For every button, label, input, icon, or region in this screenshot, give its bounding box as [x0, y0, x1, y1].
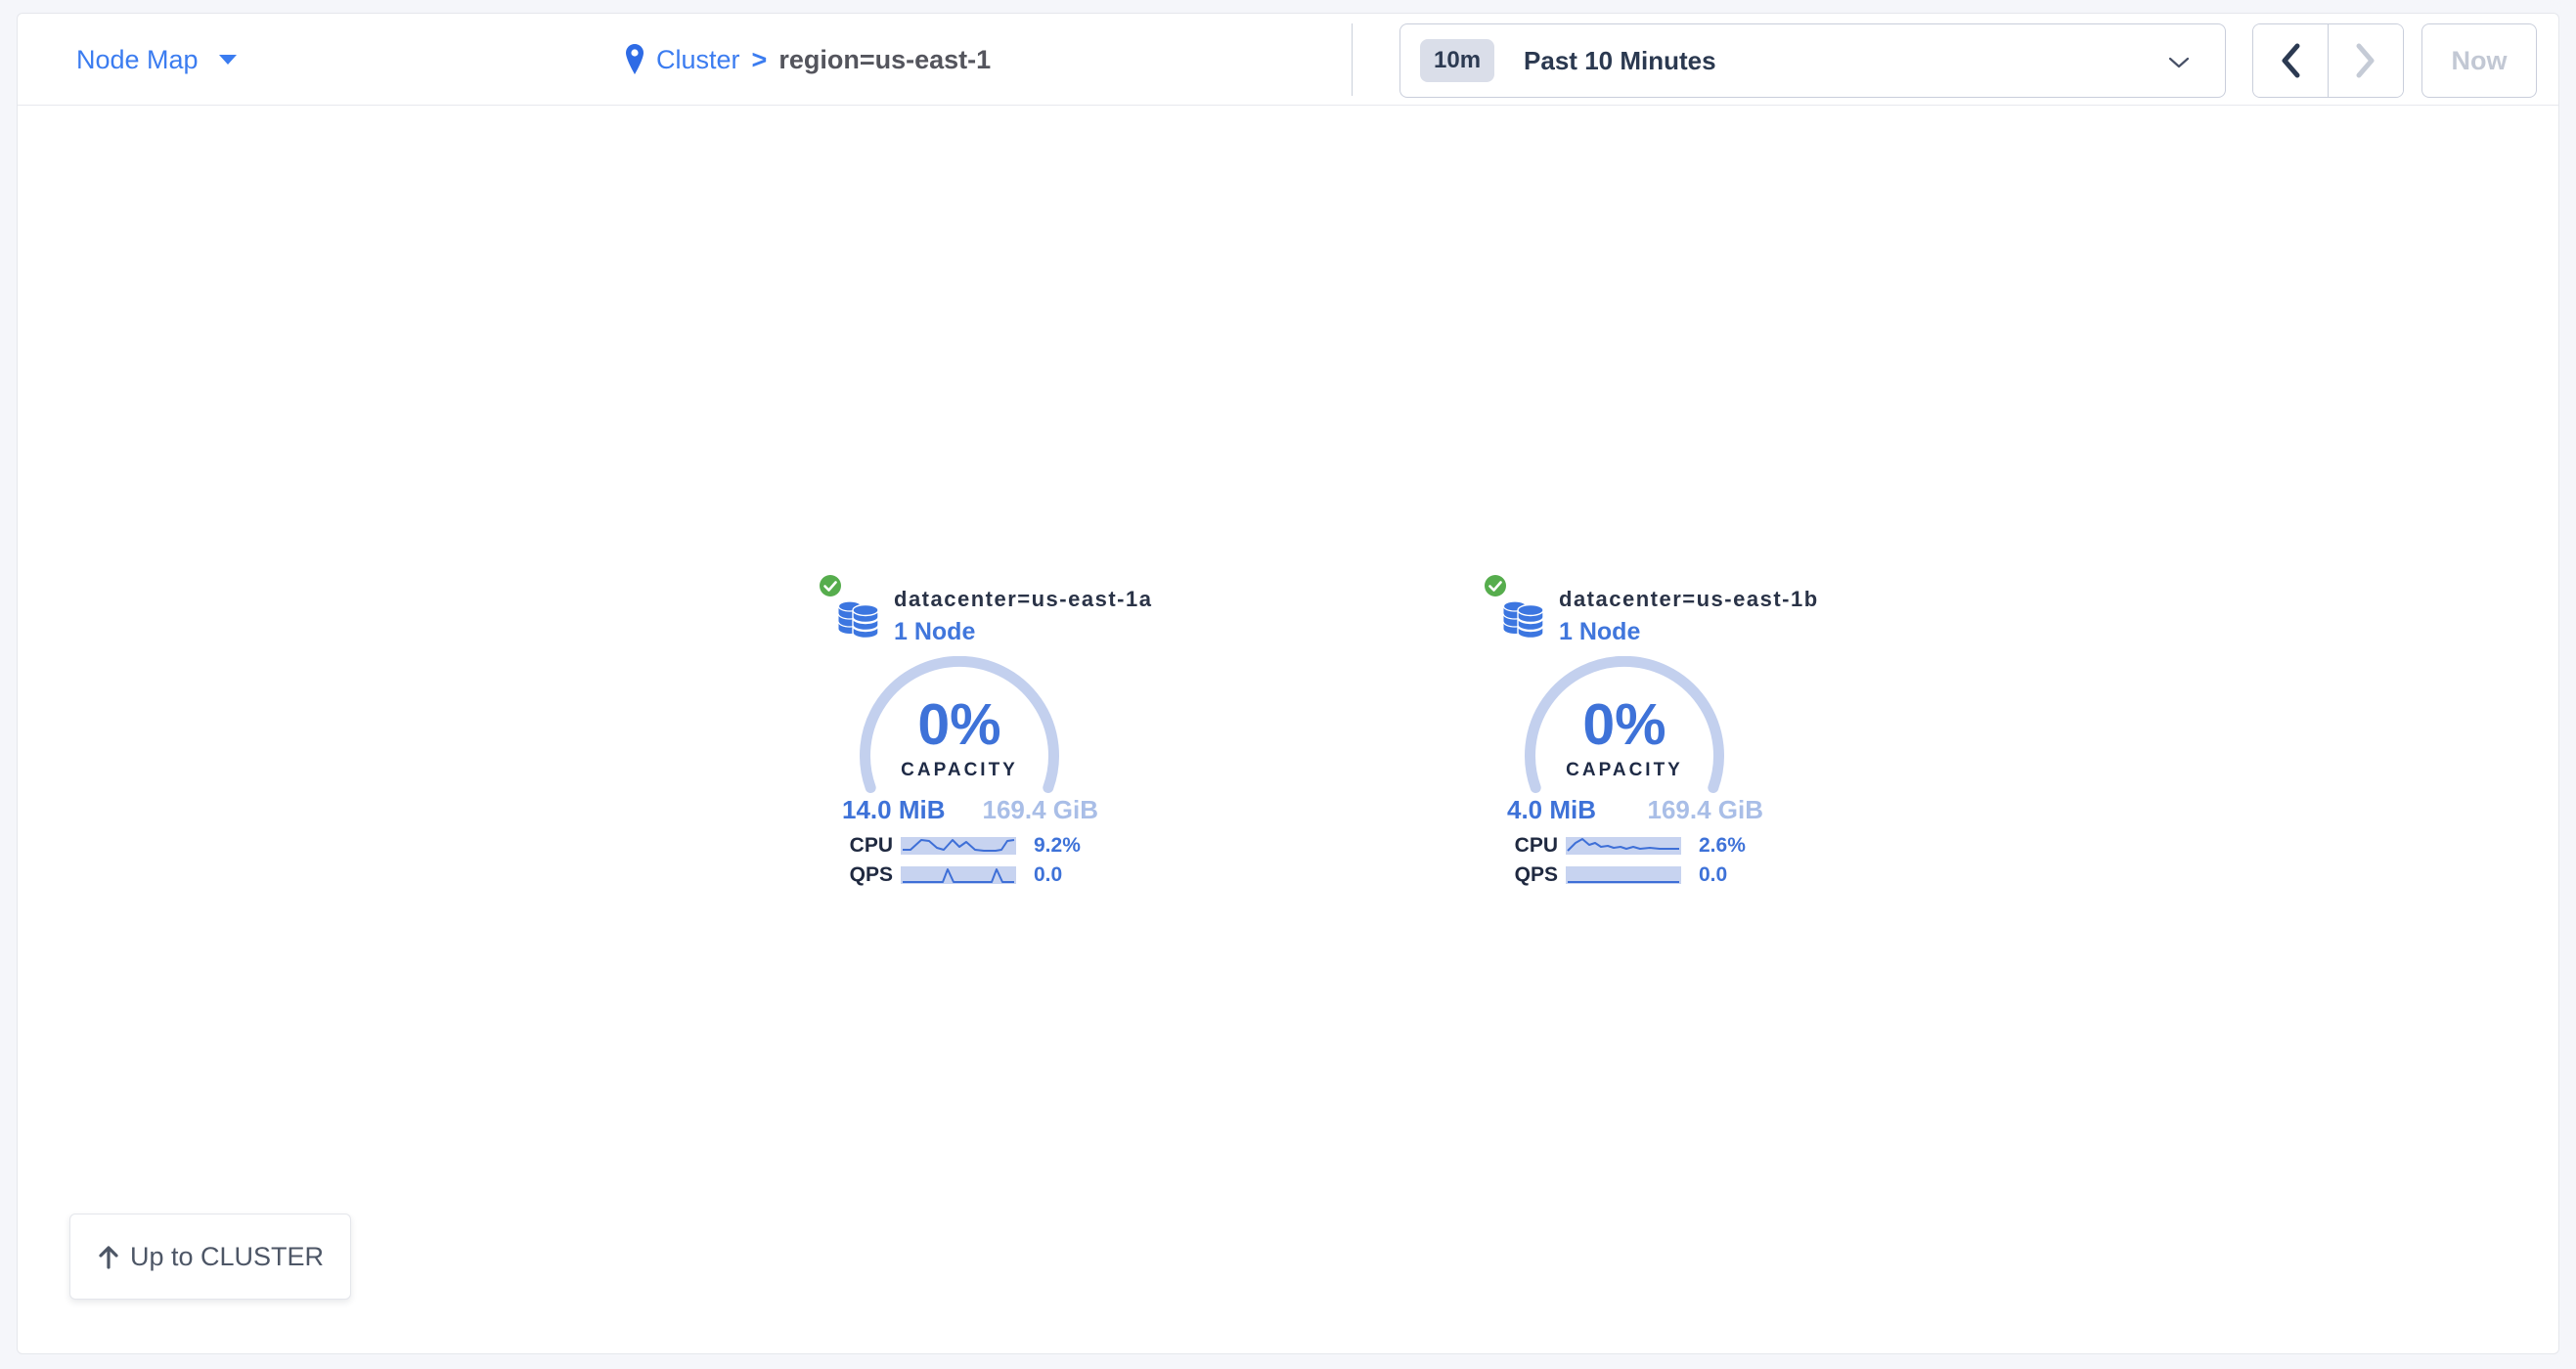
chevron-left-icon: [2279, 42, 2302, 79]
now-button[interactable]: Now: [2421, 23, 2537, 98]
view-switcher-label: Node Map: [76, 45, 199, 75]
time-range-badge: 10m: [1420, 39, 1494, 82]
chevron-right-icon: [2354, 42, 2377, 79]
chevron-down-icon: [2168, 57, 2190, 68]
breadcrumb-cluster-link[interactable]: Cluster: [656, 45, 740, 75]
qps-label: QPS: [783, 863, 893, 887]
map-header: Node Map Cluster > region=us-east-1 10m …: [18, 14, 2558, 106]
cpu-label: CPU: [783, 834, 893, 858]
node-map-page: Node Map Cluster > region=us-east-1 10m …: [0, 0, 2576, 1369]
datacenter-icon: [836, 594, 881, 639]
cpu-sparkline: [901, 837, 1016, 855]
cpu-metric-row: CPU 2.6%: [1448, 834, 1800, 858]
capacity-used-value: 14.0 MiB: [842, 796, 946, 823]
cpu-value: 2.6%: [1699, 834, 1746, 858]
time-range-dropdown[interactable]: 10m Past 10 Minutes: [1399, 23, 2226, 98]
cpu-value: 9.2%: [1034, 834, 1081, 858]
up-to-cluster-button[interactable]: Up to CLUSTER: [69, 1214, 351, 1300]
capacity-percentage: 0%: [1448, 693, 1800, 756]
datacenter-node-count: 1 Node: [1559, 618, 1640, 646]
header-divider: [1352, 23, 1353, 96]
caret-down-icon: [218, 54, 238, 66]
breadcrumb-separator: >: [752, 45, 768, 75]
qps-metric-row: QPS 0.0: [783, 863, 1135, 887]
datacenter-card[interactable]: datacenter=us-east-1b 1 Node 0% CAPACITY…: [1448, 574, 1800, 906]
cpu-label: CPU: [1448, 834, 1558, 858]
datacenter-icon: [1501, 594, 1546, 639]
capacity-values-row: 14.0 MiB 169.4 GiB: [842, 796, 1098, 823]
capacity-label: CAPACITY: [783, 760, 1135, 781]
capacity-values-row: 4.0 MiB 169.4 GiB: [1507, 796, 1763, 823]
view-switcher-dropdown[interactable]: Node Map: [76, 14, 238, 106]
capacity-percentage: 0%: [783, 693, 1135, 756]
qps-sparkline: [901, 866, 1016, 884]
qps-label: QPS: [1448, 863, 1558, 887]
capacity-used-value: 4.0 MiB: [1507, 796, 1596, 823]
content-surface: Node Map Cluster > region=us-east-1 10m …: [17, 13, 2559, 1354]
capacity-label: CAPACITY: [1448, 760, 1800, 781]
datacenter-card[interactable]: datacenter=us-east-1a 1 Node 0% CAPACITY…: [783, 574, 1135, 906]
datacenter-node-count: 1 Node: [894, 618, 975, 646]
qps-metric-row: QPS 0.0: [1448, 863, 1800, 887]
time-step-back-button[interactable]: [2253, 24, 2329, 97]
breadcrumb: Cluster > region=us-east-1: [625, 14, 991, 106]
datacenter-title: datacenter=us-east-1b: [1559, 587, 1819, 612]
qps-sparkline: [1566, 866, 1681, 884]
datacenter-title: datacenter=us-east-1a: [894, 587, 1152, 612]
arrow-up-icon: [97, 1244, 120, 1269]
qps-value: 0.0: [1034, 863, 1062, 887]
time-range-label: Past 10 Minutes: [1524, 46, 1716, 76]
up-to-cluster-label: Up to CLUSTER: [130, 1242, 324, 1272]
breadcrumb-current: region=us-east-1: [778, 45, 991, 75]
qps-value: 0.0: [1699, 863, 1727, 887]
cpu-sparkline: [1566, 837, 1681, 855]
time-step-buttons: [2252, 23, 2404, 98]
cpu-metric-row: CPU 9.2%: [783, 834, 1135, 858]
location-pin-icon: [625, 43, 644, 76]
time-step-forward-button[interactable]: [2329, 24, 2403, 97]
capacity-total-value: 169.4 GiB: [1647, 796, 1763, 823]
capacity-total-value: 169.4 GiB: [982, 796, 1098, 823]
